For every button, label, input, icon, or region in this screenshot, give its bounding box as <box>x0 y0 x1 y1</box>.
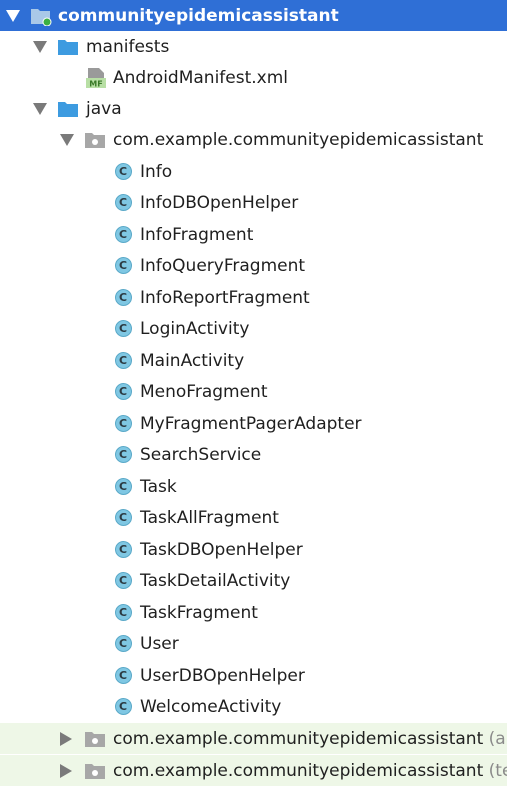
folder-icon <box>57 98 79 120</box>
class-label: InfoQueryFragment <box>140 255 306 276</box>
tree-row-class[interactable]: C WelcomeActivity <box>0 691 507 722</box>
tree-row-java[interactable]: java <box>0 93 507 124</box>
expanded-arrow-icon[interactable] <box>32 101 48 117</box>
class-icon: C <box>114 635 132 652</box>
class-icon: C <box>114 667 132 684</box>
class-icon: C <box>114 289 132 306</box>
class-label: Task <box>140 476 177 497</box>
tree-row-class[interactable]: C InfoDBOpenHelper <box>0 187 507 218</box>
tree-row-class[interactable]: C TaskFragment <box>0 597 507 628</box>
class-icon: C <box>114 604 132 621</box>
tree-row-android-manifest[interactable]: MF AndroidManifest.xml <box>0 62 507 93</box>
tree-row-class[interactable]: C TaskDBOpenHelper <box>0 534 507 565</box>
class-icon: C <box>114 572 132 589</box>
class-label: TaskAllFragment <box>140 507 279 528</box>
package-label: com.example.communityepidemicassistant (… <box>113 729 507 749</box>
package-icon <box>84 728 106 750</box>
collapsed-arrow-icon[interactable] <box>58 731 74 747</box>
manifest-file-icon: MF <box>85 67 107 89</box>
tree-row-class[interactable]: C Info <box>0 156 507 187</box>
package-suffix: (te <box>488 760 507 781</box>
folder-label: manifests <box>86 36 170 57</box>
class-label: TaskDetailActivity <box>140 570 291 591</box>
tree-row-android-test-package[interactable]: com.example.communityepidemicassistant (… <box>0 723 507 754</box>
project-tree: communityepidemicassistant manifests MF … <box>0 0 507 791</box>
class-icon: C <box>114 509 132 526</box>
class-icon: C <box>114 320 132 337</box>
expanded-arrow-icon[interactable] <box>59 132 75 148</box>
class-icon: C <box>114 383 132 400</box>
class-icon: C <box>114 478 132 495</box>
tree-row-class[interactable]: C InfoFragment <box>0 219 507 250</box>
tree-row-class[interactable]: C User <box>0 628 507 659</box>
tree-row-manifests[interactable]: manifests <box>0 31 507 62</box>
class-label: MainActivity <box>140 350 245 371</box>
module-label: communityepidemicassistant <box>58 5 339 26</box>
class-icon: C <box>114 352 132 369</box>
class-label: UserDBOpenHelper <box>140 665 305 686</box>
package-label: com.example.communityepidemicassistant (… <box>113 761 507 781</box>
folder-icon <box>57 36 79 58</box>
class-label: TaskDBOpenHelper <box>140 539 303 560</box>
package-label: com.example.communityepidemicassistant <box>113 129 484 150</box>
tree-row-class[interactable]: C Task <box>0 471 507 502</box>
manifest-badge-text: MF <box>89 79 102 88</box>
class-label: InfoDBOpenHelper <box>140 192 299 213</box>
class-icon: C <box>114 226 132 243</box>
tree-row-class[interactable]: C InfoQueryFragment <box>0 250 507 281</box>
class-label: SearchService <box>140 444 262 465</box>
tree-row-class[interactable]: C MyFragmentPagerAdapter <box>0 408 507 439</box>
expanded-arrow-icon[interactable] <box>5 8 21 24</box>
package-suffix: (ar <box>488 728 507 749</box>
class-icon: C <box>114 541 132 558</box>
tree-row-module[interactable]: communityepidemicassistant <box>0 0 507 31</box>
package-icon <box>84 760 106 782</box>
tree-row-class[interactable]: C MenoFragment <box>0 376 507 407</box>
class-label: InfoReportFragment <box>140 287 310 308</box>
class-icon: C <box>114 257 132 274</box>
tree-row-class[interactable]: C TaskAllFragment <box>0 502 507 533</box>
class-icon: C <box>114 446 132 463</box>
tree-row-main-package[interactable]: com.example.communityepidemicassistant <box>0 124 507 155</box>
class-label: InfoFragment <box>140 224 254 245</box>
class-icon: C <box>114 163 132 180</box>
class-label: TaskFragment <box>140 602 258 623</box>
tree-row-class[interactable]: C InfoReportFragment <box>0 282 507 313</box>
class-icon: C <box>114 194 132 211</box>
tree-row-unit-test-package[interactable]: com.example.communityepidemicassistant (… <box>0 755 507 786</box>
collapsed-arrow-icon[interactable] <box>58 763 74 779</box>
class-label: WelcomeActivity <box>140 696 282 717</box>
module-folder-icon <box>30 5 52 27</box>
tree-row-class[interactable]: C TaskDetailActivity <box>0 565 507 596</box>
package-icon <box>84 129 106 151</box>
class-label: MyFragmentPagerAdapter <box>140 413 362 434</box>
tree-row-class[interactable]: C MainActivity <box>0 345 507 376</box>
class-label: LoginActivity <box>140 318 250 339</box>
tree-row-class[interactable]: C UserDBOpenHelper <box>0 660 507 691</box>
file-label: AndroidManifest.xml <box>113 67 289 88</box>
tree-row-class[interactable]: C LoginActivity <box>0 313 507 344</box>
class-icon: C <box>114 698 132 715</box>
class-label: MenoFragment <box>140 381 268 402</box>
expanded-arrow-icon[interactable] <box>32 39 48 55</box>
tree-row-class[interactable]: C SearchService <box>0 439 507 470</box>
class-label: User <box>140 633 179 654</box>
folder-label: java <box>86 98 122 119</box>
class-label: Info <box>140 161 173 182</box>
class-icon: C <box>114 415 132 432</box>
